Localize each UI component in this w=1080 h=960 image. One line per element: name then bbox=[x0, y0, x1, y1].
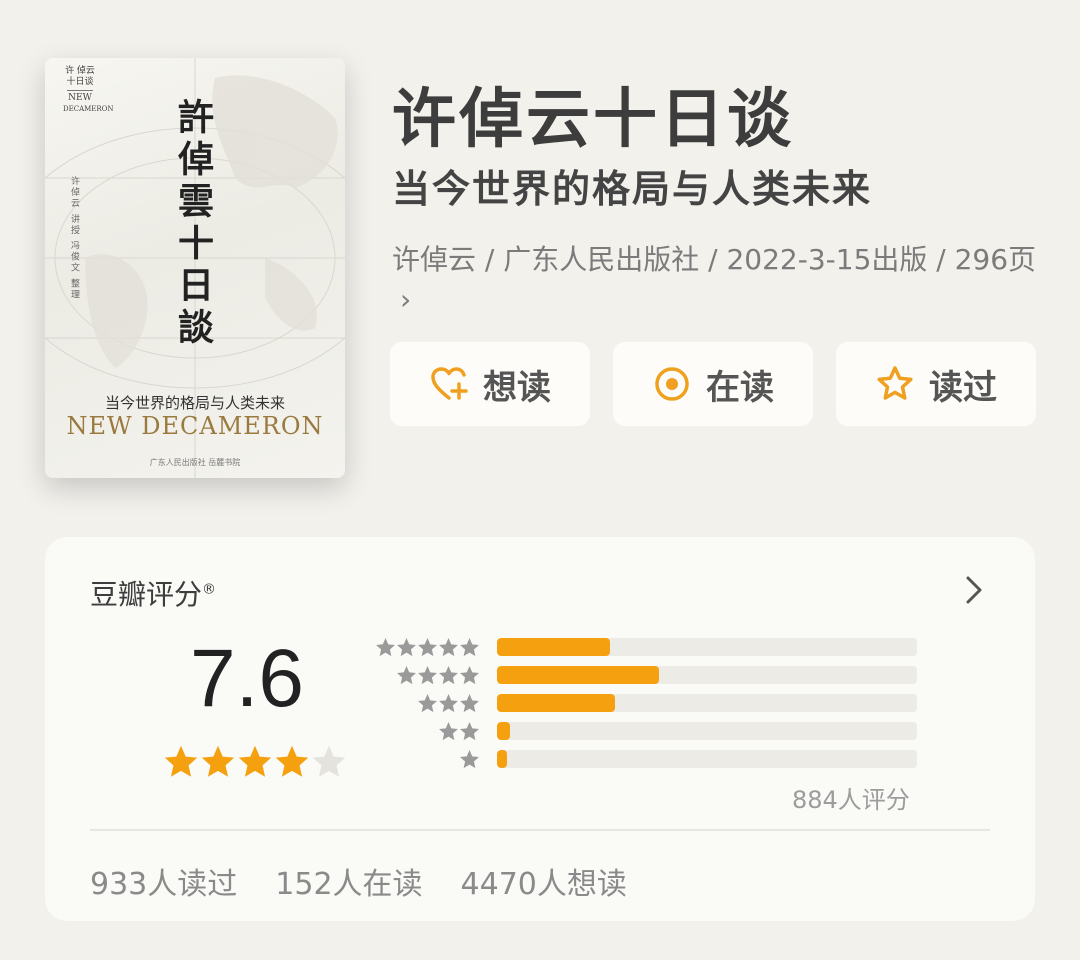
cover-subtitle: 当今世界的格局与人类未来 bbox=[104, 394, 285, 412]
distribution-bar bbox=[497, 666, 917, 684]
target-circle-icon bbox=[655, 367, 689, 401]
have-read-label: 读过 bbox=[929, 367, 997, 408]
star-gray-icon bbox=[460, 638, 479, 657]
want-to-read-label: 想读 bbox=[483, 367, 551, 408]
star-gray-icon bbox=[418, 694, 437, 713]
want-to-read-button[interactable]: 想读 bbox=[390, 342, 590, 426]
rating-card: 豆瓣评分® 7.6 884人评分 933人读过 152人在读 4470人想读 bbox=[45, 537, 1035, 921]
star-gray-icon bbox=[460, 722, 479, 741]
chevron-right-icon: › bbox=[400, 283, 412, 316]
chevron-right-icon[interactable] bbox=[963, 574, 985, 606]
rating-count: 884人评分 bbox=[792, 786, 910, 814]
distribution-bar-fill bbox=[497, 638, 611, 656]
cover-title: 許倬雲十日談 bbox=[172, 98, 214, 350]
distribution-stars bbox=[396, 665, 480, 686]
star-gray-icon bbox=[397, 638, 416, 657]
star-gray-icon bbox=[418, 638, 437, 657]
distribution-bar bbox=[497, 750, 917, 768]
star-filled-icon bbox=[275, 745, 309, 777]
distribution-bar bbox=[497, 638, 917, 656]
distribution-row-1-star bbox=[375, 749, 925, 769]
distribution-bar bbox=[497, 722, 917, 740]
star-empty-icon bbox=[312, 745, 346, 777]
reading-button[interactable]: 在读 bbox=[613, 342, 813, 426]
cover-english-title: NEW DECAMERON bbox=[66, 412, 324, 440]
rating-header-label: 豆瓣评分 bbox=[90, 578, 203, 611]
distribution-row-4-star bbox=[375, 665, 925, 685]
star-gray-icon bbox=[460, 666, 479, 685]
star-gray-icon bbox=[439, 694, 458, 713]
divider bbox=[90, 829, 990, 831]
distribution-bar-fill bbox=[497, 666, 659, 684]
book-subtitle: 当今世界的格局与人类未来 bbox=[392, 167, 873, 211]
stat-read[interactable]: 933人读过 bbox=[90, 859, 237, 903]
star-outline-icon bbox=[877, 366, 913, 400]
distribution-bar bbox=[497, 694, 917, 712]
distribution-row-3-star bbox=[375, 693, 925, 713]
stat-want[interactable]: 4470人想读 bbox=[461, 859, 627, 903]
distribution-stars bbox=[438, 721, 480, 742]
star-gray-icon bbox=[439, 666, 458, 685]
book-meta-text: 许倬云 / 广东人民出版社 / 2022-3-15出版 / 296页 bbox=[392, 243, 1037, 276]
star-filled-icon bbox=[238, 745, 272, 777]
distribution-row-2-star bbox=[375, 721, 925, 741]
distribution-stars bbox=[417, 693, 480, 714]
star-gray-icon bbox=[397, 666, 416, 685]
cover-spine-text: 许 倬云 十日谈 NEW DECAMERON bbox=[63, 66, 114, 113]
star-gray-icon bbox=[439, 638, 458, 657]
cover-publisher-logos: 广东人民出版社 岳麓书院 bbox=[149, 458, 241, 467]
star-gray-icon bbox=[376, 638, 395, 657]
reader-stats: 933人读过 152人在读 4470人想读 bbox=[90, 859, 627, 903]
book-cover[interactable]: 许 倬云 十日谈 NEW DECAMERON 许倬云 讲授 冯俊文 整理 許倬雲… bbox=[45, 58, 345, 478]
distribution-bar-fill bbox=[497, 694, 615, 712]
distribution-stars bbox=[459, 749, 480, 770]
cover-author-credit: 许倬云 讲授 冯俊文 整理 bbox=[69, 176, 79, 301]
have-read-button[interactable]: 读过 bbox=[836, 342, 1036, 426]
registered-mark: ® bbox=[202, 581, 217, 598]
reading-label: 在读 bbox=[706, 367, 774, 408]
star-gray-icon bbox=[418, 666, 437, 685]
stat-reading[interactable]: 152人在读 bbox=[275, 859, 422, 903]
rating-score: 7.6 bbox=[190, 633, 304, 724]
heart-plus-icon bbox=[431, 367, 468, 400]
book-meta-link[interactable]: 许倬云 / 广东人民出版社 / 2022-3-15出版 / 296页 › bbox=[392, 240, 1052, 320]
star-gray-icon bbox=[460, 694, 479, 713]
distribution-bar-fill bbox=[497, 750, 507, 768]
distribution-stars bbox=[375, 637, 480, 658]
rating-header: 豆瓣评分® bbox=[90, 573, 216, 613]
star-filled-icon bbox=[164, 745, 198, 777]
star-gray-icon bbox=[460, 750, 479, 769]
distribution-bar-fill bbox=[497, 722, 510, 740]
book-title: 许倬云十日谈 bbox=[392, 83, 794, 157]
score-stars bbox=[163, 744, 347, 780]
distribution-row-5-star bbox=[375, 637, 925, 657]
star-gray-icon bbox=[439, 722, 458, 741]
star-filled-icon bbox=[201, 745, 235, 777]
